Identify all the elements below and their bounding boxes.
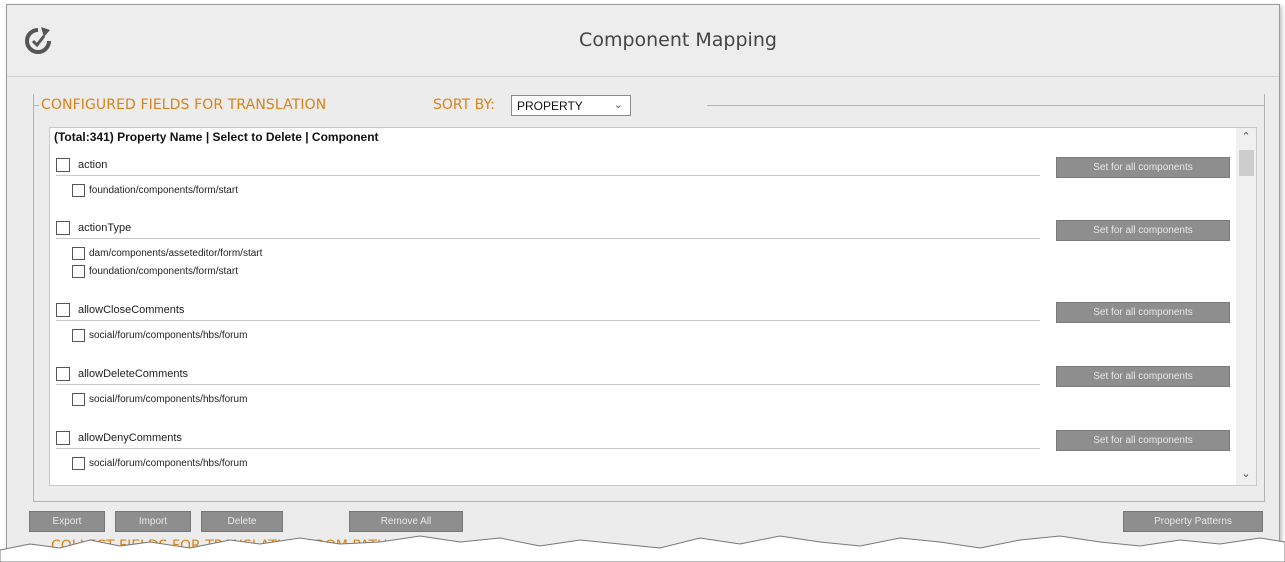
vertical-scrollbar[interactable]: ⌃ ⌄: [1236, 128, 1256, 485]
component-path: foundation/components/form/start: [89, 266, 238, 277]
set-for-all-components-button[interactable]: Set for all components: [1056, 220, 1230, 241]
component-path: social/forum/components/hbs/forum: [89, 394, 248, 405]
property-checkbox[interactable]: [56, 303, 70, 317]
property-name: action: [78, 159, 108, 171]
property-name: allowCloseComments: [78, 304, 185, 316]
torn-edge-decoration: [0, 535, 1285, 562]
property-checkbox[interactable]: [56, 367, 70, 381]
component-checkbox[interactable]: [72, 247, 85, 260]
property-name: allowDenyComments: [78, 432, 182, 444]
property-row: action: [56, 156, 1040, 176]
set-for-all-components-button[interactable]: Set for all components: [1056, 366, 1230, 387]
component-path: social/forum/components/hbs/forum: [89, 330, 248, 341]
property-checkbox[interactable]: [56, 221, 70, 235]
set-for-all-components-button[interactable]: Set for all components: [1056, 302, 1230, 323]
property-row: allowDeleteComments: [56, 365, 1040, 385]
component-mapping-window: Component Mapping CONFIGURED FIELDS FOR …: [6, 4, 1280, 560]
property-checkbox[interactable]: [56, 431, 70, 445]
page-title: Component Mapping: [579, 29, 777, 51]
component-path: social/forum/components/hbs/forum: [89, 458, 248, 469]
property-row: allowDenyComments: [56, 429, 1040, 449]
set-for-all-components-button[interactable]: Set for all components: [1056, 157, 1230, 178]
component-path: foundation/components/form/start: [89, 185, 238, 196]
set-for-all-components-button[interactable]: Set for all components: [1056, 430, 1230, 451]
property-row: allowCloseComments: [56, 301, 1040, 321]
property-row: actionType: [56, 219, 1040, 239]
component-checkbox[interactable]: [72, 184, 85, 197]
component-path: dam/components/asseteditor/form/start: [89, 248, 263, 259]
component-checkbox[interactable]: [72, 393, 85, 406]
component-checkbox[interactable]: [72, 265, 85, 278]
scroll-thumb[interactable]: [1239, 150, 1254, 176]
property-name: allowDeleteComments: [78, 368, 189, 380]
scroll-up-arrow-icon[interactable]: ⌃: [1236, 130, 1256, 146]
component-checkbox[interactable]: [72, 329, 85, 342]
component-checkbox[interactable]: [72, 457, 85, 470]
scroll-down-arrow-icon[interactable]: ⌄: [1236, 467, 1256, 483]
list-header: (Total:341) Property Name | Select to De…: [54, 130, 379, 144]
property-name: actionType: [78, 222, 132, 234]
property-list-panel[interactable]: (Total:341) Property Name | Select to De…: [49, 127, 1257, 486]
property-checkbox[interactable]: [56, 158, 70, 172]
header-bar: Component Mapping: [7, 5, 1279, 77]
